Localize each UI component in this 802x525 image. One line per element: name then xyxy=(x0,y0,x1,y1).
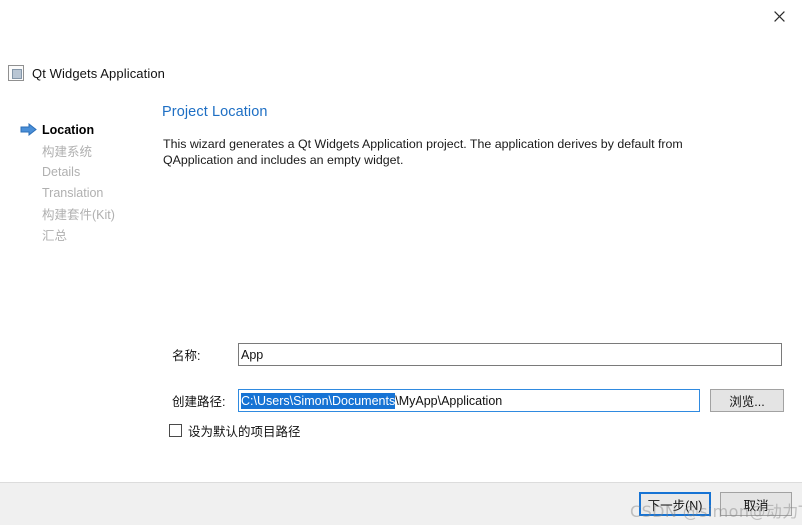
default-path-checkbox-label: 设为默认的项目路径 xyxy=(188,425,301,439)
sidebar-item-label: 构建套件(Kit) xyxy=(42,208,115,222)
project-path-label: 创建路径: xyxy=(172,395,226,409)
browse-button[interactable]: 浏览... xyxy=(710,389,784,412)
sidebar-item-details[interactable]: Details xyxy=(20,161,150,182)
page-description: This wizard generates a Qt Widgets Appli… xyxy=(163,137,683,167)
default-path-checkbox[interactable] xyxy=(169,424,182,437)
sidebar-item-label: Location xyxy=(42,122,95,137)
project-name-row: 名称: App xyxy=(172,343,782,366)
sidebar-item-kits[interactable]: 构建套件(Kit) xyxy=(20,203,150,224)
sidebar-item-summary[interactable]: 汇总 xyxy=(20,224,150,245)
sidebar-item-location[interactable]: Location xyxy=(20,119,150,140)
project-path-row: 创建路径: C:\Users\Simon\Documents \MyApp\App… xyxy=(172,389,784,412)
dialog-title: Qt Widgets Application xyxy=(32,65,165,81)
sidebar-item-label: Translation xyxy=(42,185,104,200)
dialog-caption: Qt Widgets Application xyxy=(8,65,165,81)
project-name-label: 名称: xyxy=(172,349,201,363)
project-name-input[interactable]: App xyxy=(238,343,782,366)
arrow-right-icon xyxy=(20,123,38,136)
project-path-selected-text: C:\Users\Simon\Documents xyxy=(241,392,396,409)
project-name-value: App xyxy=(241,347,264,362)
project-path-remaining-text: \MyApp\Application xyxy=(395,393,503,408)
wizard-step-list: Location 构建系统 Details Translation 构建套件(K… xyxy=(20,119,150,245)
footer-button-group: 下一步(N) 取消 xyxy=(639,492,792,516)
sidebar-item-label: Details xyxy=(42,164,81,179)
close-button[interactable] xyxy=(756,0,802,32)
default-path-checkbox-row[interactable]: 设为默认的项目路径 xyxy=(169,421,301,440)
next-button[interactable]: 下一步(N) xyxy=(639,492,711,516)
project-path-input[interactable]: C:\Users\Simon\Documents \MyApp\Applicati… xyxy=(238,389,700,412)
dialog-footer: 下一步(N) 取消 xyxy=(0,482,802,525)
sidebar-item-translation[interactable]: Translation xyxy=(20,182,150,203)
sidebar-item-label: 构建系统 xyxy=(42,145,93,159)
cancel-button[interactable]: 取消 xyxy=(720,492,792,516)
close-icon xyxy=(773,10,785,22)
window-titlebar xyxy=(0,0,802,44)
page-title: Project Location xyxy=(162,104,268,120)
app-window-icon xyxy=(8,65,24,81)
sidebar-item-build-system[interactable]: 构建系统 xyxy=(20,140,150,161)
sidebar-item-label: 汇总 xyxy=(42,229,68,243)
